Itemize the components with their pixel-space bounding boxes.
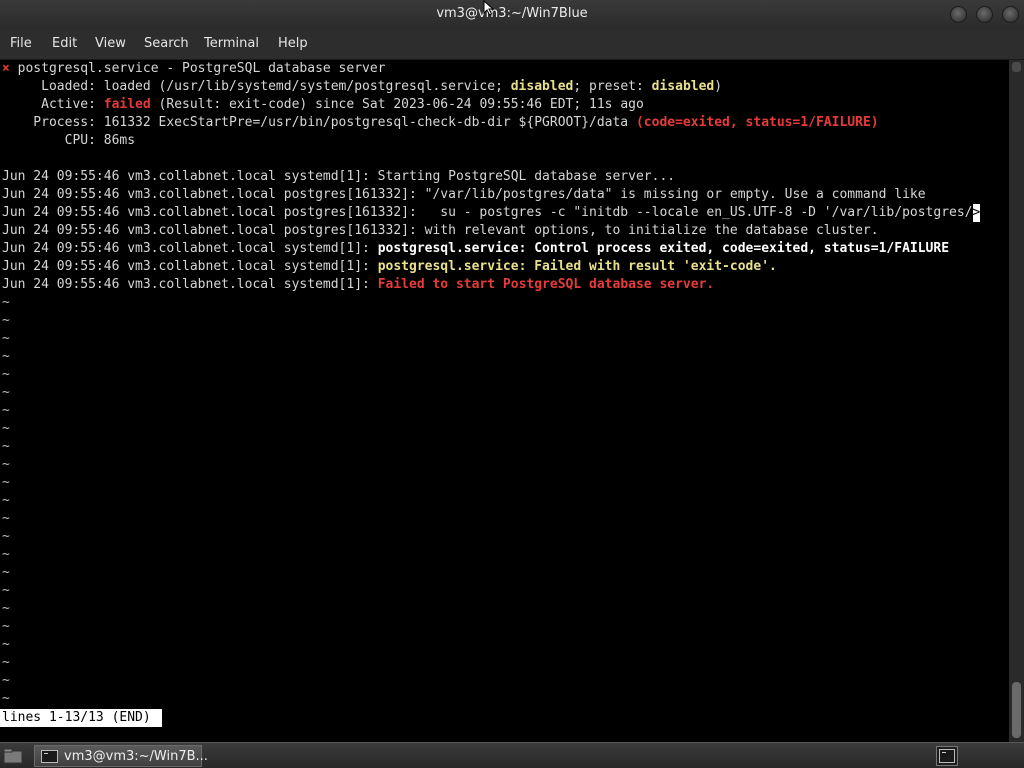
journal-line: Jun 24 09:55:46 vm3.collabnet.local syst…: [2, 240, 949, 258]
menu-file[interactable]: File: [10, 36, 32, 51]
active-prefix: Active:: [2, 97, 104, 112]
scrollbar-thumb[interactable]: [1012, 682, 1021, 738]
pager-tilde-line: ~: [2, 583, 10, 598]
journal-prefix: Jun 24 09:55:46 vm3.collabnet.local syst…: [2, 259, 378, 274]
terminal-window: vm3@vm3:~/Win7Blue File Edit View Search…: [0, 0, 1024, 768]
menu-edit[interactable]: Edit: [52, 36, 77, 51]
journal-prefix: Jun 24 09:55:46 vm3.collabnet.local syst…: [2, 277, 378, 292]
journal-text: Jun 24 09:55:46 vm3.collabnet.local post…: [2, 205, 973, 220]
close-button[interactable]: [1002, 6, 1019, 23]
menu-view[interactable]: View: [95, 36, 126, 51]
pager-tilde-line: ~: [2, 403, 10, 418]
status-cpu-line: CPU: 86ms: [2, 133, 136, 148]
taskbar-task-label: vm3@vm3:~/Win7B...: [64, 749, 208, 764]
maximize-button[interactable]: [976, 6, 993, 23]
pager-tilde-line: ~: [2, 601, 10, 616]
process-result: (code=exited, status=1/FAILURE): [635, 115, 879, 130]
process-prefix: Process: 161332 ExecStartPre=/usr/bin/po…: [2, 115, 636, 130]
mouse-cursor-icon: [483, 0, 495, 16]
journal-line: Jun 24 09:55:46 vm3.collabnet.local post…: [2, 204, 981, 222]
minimize-button[interactable]: [950, 6, 967, 23]
pager-tilde-line: ~: [2, 565, 10, 580]
journal-prefix: Jun 24 09:55:46 vm3.collabnet.local syst…: [2, 241, 378, 256]
pager-tilde-line: ~: [2, 493, 10, 508]
pager-tilde-line: ~: [2, 619, 10, 634]
pager-tilde-line: ~: [2, 691, 10, 706]
pager-tilde-line: ~: [2, 655, 10, 670]
pager-tilde-line: ~: [2, 511, 10, 526]
service-title: postgresql.service - PostgreSQL database…: [17, 61, 386, 76]
menu-help[interactable]: Help: [278, 36, 308, 51]
pager-tilde-line: ~: [2, 331, 10, 346]
pager-tilde-line: ~: [2, 547, 10, 562]
journal-message: postgresql.service: Failed with result '…: [377, 259, 777, 274]
status-loaded-line: Loaded: loaded (/usr/lib/systemd/system/…: [2, 78, 722, 96]
status-process-line: Process: 161332 ExecStartPre=/usr/bin/po…: [2, 114, 879, 132]
pager-status-line: lines 1-13/13 (END): [0, 709, 162, 727]
pager-tilde-line: ~: [2, 421, 10, 436]
journal-line: Jun 24 09:55:46 vm3.collabnet.local post…: [2, 223, 879, 238]
loaded-suffix: ): [714, 79, 723, 94]
pager-tilde-line: ~: [2, 673, 10, 688]
active-state: failed: [103, 97, 151, 112]
tray-terminal-icon: [939, 749, 955, 763]
pager-tilde-line: ~: [2, 295, 10, 310]
terminal-output[interactable]: × postgresql.service - PostgreSQL databa…: [0, 60, 1009, 742]
title-bar[interactable]: vm3@vm3:~/Win7Blue: [0, 0, 1024, 30]
window-title: vm3@vm3:~/Win7Blue: [436, 6, 588, 21]
status-active-line: Active: failed (Result: exit-code) since…: [2, 96, 644, 114]
pager-tilde-line: ~: [2, 529, 10, 544]
taskbar: vm3@vm3:~/Win7B...: [0, 742, 1024, 768]
pager-tilde-line: ~: [2, 637, 10, 652]
failed-bullet-icon: ×: [2, 61, 10, 76]
pager-tilde-line: ~: [2, 349, 10, 364]
journal-message: Failed to start PostgreSQL database serv…: [377, 277, 715, 292]
terminal-icon: [41, 750, 58, 763]
loaded-disabled: disabled: [510, 79, 574, 94]
pager-tilde-line: ~: [2, 439, 10, 454]
pager-tilde-line: ~: [2, 475, 10, 490]
menu-search[interactable]: Search: [144, 36, 189, 51]
show-desktop-icon[interactable]: [936, 746, 958, 766]
journal-line: Jun 24 09:55:46 vm3.collabnet.local post…: [2, 187, 926, 202]
journal-line: Jun 24 09:55:46 vm3.collabnet.local syst…: [2, 169, 676, 184]
scrollbar[interactable]: [1009, 60, 1024, 742]
status-header-line: × postgresql.service - PostgreSQL databa…: [2, 60, 386, 78]
pager-tilde-line: ~: [2, 385, 10, 400]
menu-bar: File Edit View Search Terminal Help: [0, 30, 1024, 60]
pager-tilde-line: ~: [2, 313, 10, 328]
scrollbar-top-cap: [1012, 62, 1021, 72]
taskbar-task-terminal[interactable]: vm3@vm3:~/Win7B...: [34, 745, 208, 767]
active-suffix: (Result: exit-code) since Sat 2023-06-24…: [150, 97, 644, 112]
journal-line: Jun 24 09:55:46 vm3.collabnet.local syst…: [2, 258, 777, 276]
menu-terminal[interactable]: Terminal: [204, 36, 259, 51]
loaded-preset: disabled: [651, 79, 715, 94]
file-manager-icon[interactable]: [2, 746, 24, 766]
loaded-mid: ; preset:: [573, 79, 652, 94]
loaded-prefix: Loaded: loaded (/usr/lib/systemd/system/…: [2, 79, 511, 94]
journal-line: Jun 24 09:55:46 vm3.collabnet.local syst…: [2, 276, 714, 294]
pager-tilde-line: ~: [2, 457, 10, 472]
pager-tilde-line: ~: [2, 367, 10, 382]
journal-message: postgresql.service: Control process exit…: [377, 241, 950, 256]
truncation-indicator: >: [972, 204, 981, 222]
